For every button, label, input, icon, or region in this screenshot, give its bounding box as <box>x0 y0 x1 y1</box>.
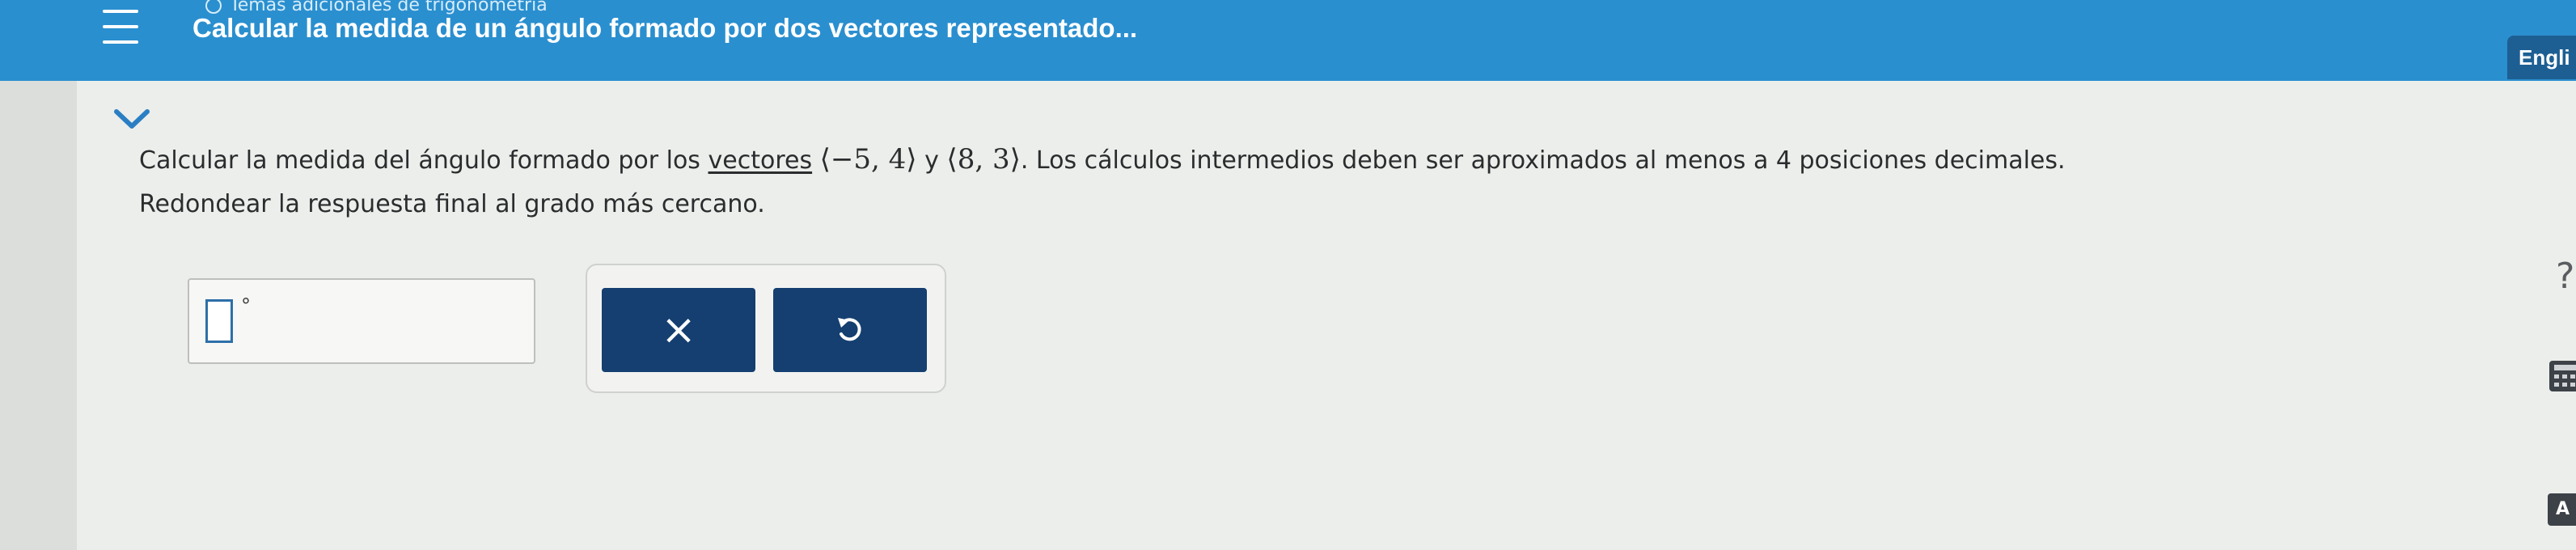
question-text: Calcular la medida del ángulo formado po… <box>139 139 2066 181</box>
question-prefix: Calcular la medida del ángulo formado po… <box>139 146 700 175</box>
vector-1-x: −5 <box>830 143 872 176</box>
menu-icon[interactable] <box>95 3 146 50</box>
menu-line <box>103 40 138 44</box>
undo-button[interactable] <box>773 288 927 372</box>
language-button[interactable]: Engli <box>2507 36 2576 79</box>
text-size-label: A <box>2556 499 2570 519</box>
clear-button[interactable]: × <box>602 288 755 372</box>
vectors-link[interactable]: vectores <box>709 146 813 175</box>
rounding-instruction: Redondear la respuesta final al grado má… <box>139 190 765 218</box>
vector-2-x: 8 <box>957 143 975 176</box>
vector-2-y: 3 <box>992 143 1010 176</box>
help-icon[interactable]: ? <box>2556 259 2574 294</box>
action-button-group: × <box>586 264 946 393</box>
vector-2: ⟨8, 3⟩ <box>946 143 1021 176</box>
page-title: Calcular la medida de un ángulo formado … <box>192 13 1138 43</box>
degree-symbol: ° <box>241 294 251 317</box>
question-suffix: . Los cálculos intermedios deben ser apr… <box>1020 146 2066 175</box>
answer-box[interactable]: ° <box>188 278 535 364</box>
close-icon: × <box>661 306 696 354</box>
conjunction: y <box>924 146 939 175</box>
menu-line <box>103 24 138 28</box>
undo-icon <box>838 318 861 341</box>
answer-input[interactable] <box>205 299 233 343</box>
text-size-icon[interactable]: A <box>2548 493 2576 526</box>
header-bar: Temas adicionales de trigonometría Calcu… <box>0 0 2576 81</box>
vector-1-y: 4 <box>888 143 907 176</box>
chevron-down-icon[interactable] <box>105 102 159 138</box>
topic-circle-icon <box>205 0 222 14</box>
calculator-icon[interactable] <box>2548 359 2576 393</box>
menu-line <box>103 9 138 13</box>
vector-1: ⟨−5, 4⟩ <box>819 143 917 176</box>
